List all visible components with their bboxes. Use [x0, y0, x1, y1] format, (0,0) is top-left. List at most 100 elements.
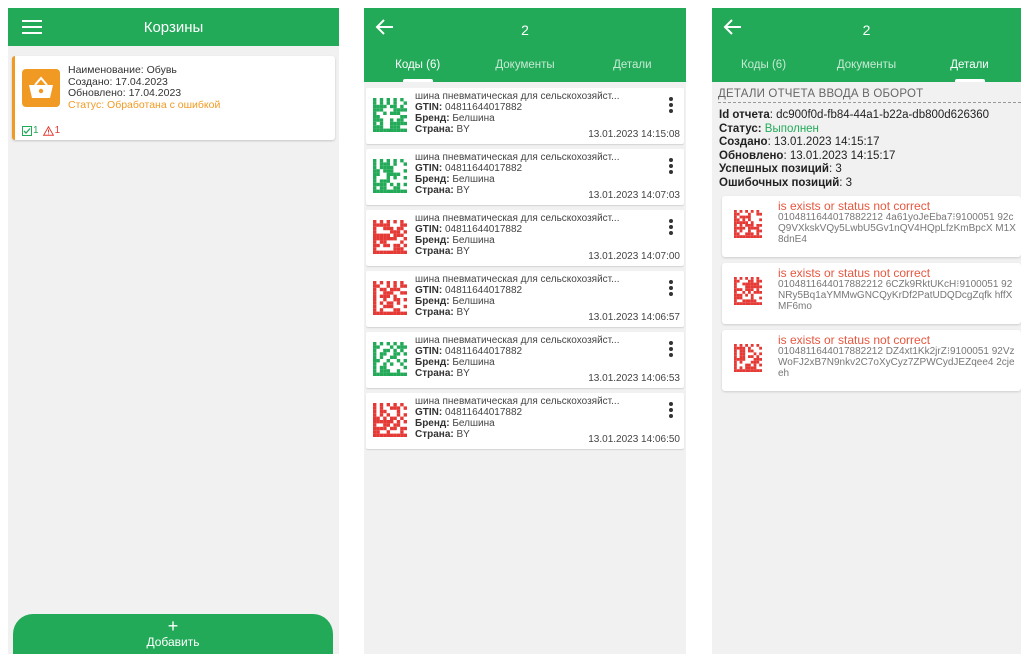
more-options-icon[interactable] [668, 341, 674, 359]
add-basket-button[interactable]: + Добавить [13, 614, 333, 654]
section-title: ДЕТАЛИ ОТЧЕТА ВВОДА В ОБОРОТ [718, 88, 924, 100]
country-label: Страна: [415, 185, 454, 196]
ok-count-value: 1 [33, 125, 39, 136]
brand-value: Белшина [452, 418, 495, 429]
success-value: : 3 [828, 163, 842, 175]
datamatrix-icon [373, 342, 407, 376]
gtin-row: GTIN: 04811644017882 [415, 346, 635, 357]
code-date: 13.01.2023 14:06:50 [588, 434, 680, 445]
updated-value: : 13.01.2023 14:15:17 [783, 149, 896, 162]
status-label: Статус: [719, 122, 762, 135]
tab-bar: Коды (6) Документы Детали [712, 58, 1021, 82]
more-options-icon[interactable] [668, 280, 674, 298]
warning-icon [42, 125, 54, 136]
product-name: шина пневматическая для сельскохозяйст..… [415, 274, 620, 285]
status-label: Статус: [68, 98, 105, 111]
product-name: шина пневматическая для сельскохозяйст..… [415, 335, 620, 346]
more-options-icon[interactable] [668, 402, 674, 420]
tab-codes[interactable]: Коды (6) [712, 58, 815, 82]
more-options-icon[interactable] [668, 97, 674, 115]
tab-details[interactable]: Детали [918, 58, 1021, 82]
created-row: Создано: 13.01.2023 14:15:17 [719, 136, 989, 150]
gtin-row: GTIN: 04811644017882 [415, 407, 635, 418]
basket-icon [22, 69, 60, 107]
brand-label: Бренд: [415, 174, 450, 185]
report-id-row: Id отчета: dc900f0d-fb84-44a1-b22a-db800… [719, 109, 989, 123]
ok-count: 1 [22, 125, 39, 136]
brand-value: Белшина [452, 357, 495, 368]
code-date: 13.01.2023 14:06:53 [588, 373, 680, 384]
country-value: BY [456, 368, 470, 379]
more-options-icon[interactable] [668, 219, 674, 237]
brand-label: Бренд: [415, 235, 450, 246]
gtin-value: 04811644017882 [445, 102, 523, 113]
error-list-item: is exists or status not correct 01048116… [722, 196, 1021, 257]
error-code: 0104811644017882212 4a61yoJeEba7⁝9100051… [778, 212, 1016, 245]
codes-list: шина пневматическая для сельскохозяйст..… [366, 88, 684, 454]
brand-row: Бренд: Белшина [415, 418, 635, 429]
brand-value: Белшина [452, 174, 495, 185]
code-list-item[interactable]: шина пневматическая для сельскохозяйст..… [366, 271, 684, 327]
basket-name: Наименование: Обувь [68, 64, 177, 76]
gtin-row: GTIN: 04811644017882 [415, 102, 635, 113]
datamatrix-icon [734, 344, 762, 372]
basket-card[interactable]: Наименование: Обувь Создано: 17.04.2023 … [12, 56, 335, 140]
code-list-item[interactable]: шина пневматическая для сельскохозяйст..… [366, 393, 684, 449]
tab-details[interactable]: Детали [579, 58, 686, 82]
basket-info: Наименование: Обувь Создано: 17.04.2023 … [68, 64, 221, 112]
page-title: 2 [521, 22, 529, 38]
top-app-bar: Корзины [8, 8, 339, 46]
report-details: Id отчета: dc900f0d-fb84-44a1-b22a-db800… [719, 109, 989, 190]
error-list-item: is exists or status not correct 01048116… [722, 330, 1021, 391]
gtin-row: GTIN: 04811644017882 [415, 224, 635, 235]
product-name: шина пневматическая для сельскохозяйст..… [415, 91, 620, 102]
gtin-label: GTIN: [415, 285, 443, 296]
code-date: 13.01.2023 14:15:08 [588, 129, 680, 140]
add-button-label: Добавить [146, 635, 200, 649]
gtin-label: GTIN: [415, 224, 443, 235]
code-list-item[interactable]: шина пневматическая для сельскохозяйст..… [366, 210, 684, 266]
tab-documents[interactable]: Документы [471, 58, 578, 82]
success-row: Успешных позиций: 3 [719, 163, 989, 177]
tab-bar: Коды (6) Документы Детали [364, 58, 686, 82]
gtin-label: GTIN: [415, 102, 443, 113]
baskets-screen: Корзины Наименование: Обувь Создано: 17.… [8, 8, 339, 654]
report-id-value: : dc900f0d-fb84-44a1-b22a-db800d626360 [769, 109, 990, 121]
code-date: 13.01.2023 14:07:00 [588, 251, 680, 262]
details-screen: 2 Коды (6) Документы Детали ДЕТАЛИ ОТЧЕТ… [712, 8, 1021, 654]
error-message: is exists or status not correct [778, 199, 931, 213]
gtin-value: 04811644017882 [445, 346, 523, 357]
product-name: шина пневматическая для сельскохозяйст..… [415, 396, 620, 407]
more-options-icon[interactable] [668, 158, 674, 176]
created-label: Создано [719, 136, 768, 148]
created-value: : 13.01.2023 14:15:17 [767, 136, 880, 148]
errors-label: Ошибочных позиций [719, 176, 840, 189]
brand-row: Бренд: Белшина [415, 113, 635, 124]
gtin-value: 04811644017882 [445, 224, 523, 235]
tab-documents[interactable]: Документы [815, 58, 918, 82]
code-list-item[interactable]: шина пневматическая для сельскохозяйст..… [366, 332, 684, 388]
country-value: BY [456, 185, 470, 196]
brand-label: Бренд: [415, 113, 450, 124]
top-app-bar: 2 Коды (6) Документы Детали [712, 8, 1021, 82]
check-box-icon [22, 125, 32, 136]
datamatrix-icon [373, 159, 407, 193]
error-count: 1 [42, 125, 60, 136]
code-list-item[interactable]: шина пневматическая для сельскохозяйст..… [366, 88, 684, 144]
tab-codes[interactable]: Коды (6) [364, 58, 471, 82]
page-title: 2 [862, 22, 871, 38]
basket-counts: 1 1 [22, 125, 60, 136]
code-date: 13.01.2023 14:07:03 [588, 190, 680, 201]
errors-row: Ошибочных позиций: 3 [719, 177, 989, 191]
error-list: is exists or status not correct 01048116… [722, 196, 1021, 397]
errors-value: : 3 [839, 176, 853, 189]
status-value: Обработана с ошибкой [107, 98, 221, 111]
error-info: is exists or status not correct 01048116… [778, 267, 1017, 312]
basket-status: Статус: Обработана с ошибкой [68, 98, 221, 112]
brand-row: Бренд: Белшина [415, 296, 635, 307]
code-list-item[interactable]: шина пневматическая для сельскохозяйст..… [366, 149, 684, 205]
gtin-label: GTIN: [415, 407, 443, 418]
success-label: Успешных позиций [719, 163, 829, 175]
gtin-row: GTIN: 04811644017882 [415, 285, 635, 296]
divider [718, 102, 1021, 103]
